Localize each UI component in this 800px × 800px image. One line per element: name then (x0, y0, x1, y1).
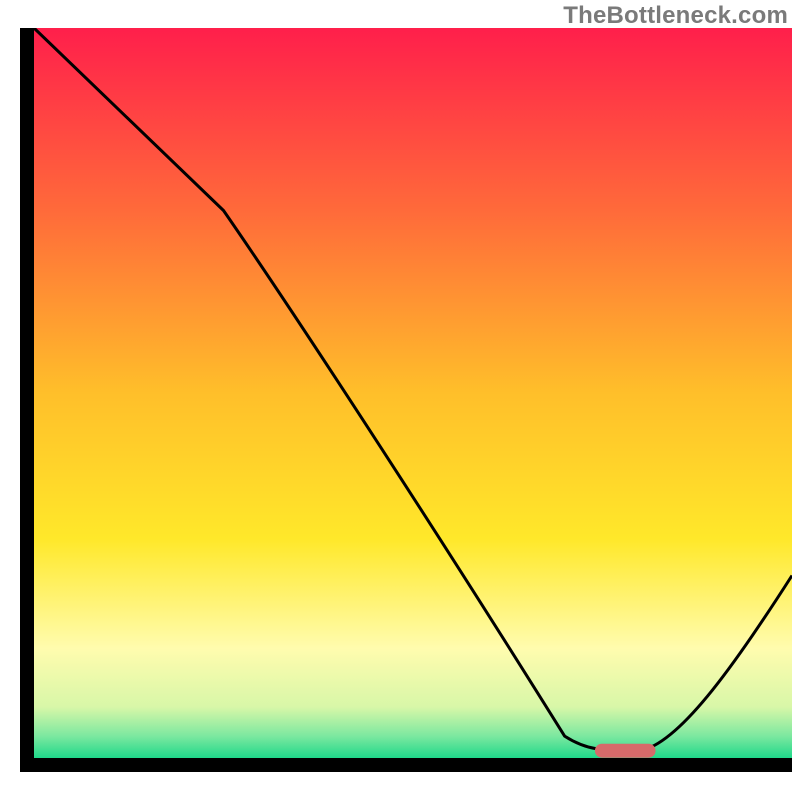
attribution-label: TheBottleneck.com (563, 2, 788, 30)
plot-area (20, 28, 792, 772)
highlight-marker (595, 744, 656, 758)
chart-svg (20, 28, 792, 772)
x-axis (20, 758, 792, 772)
chart-container: TheBottleneck.com (0, 0, 800, 800)
y-axis (20, 28, 34, 772)
